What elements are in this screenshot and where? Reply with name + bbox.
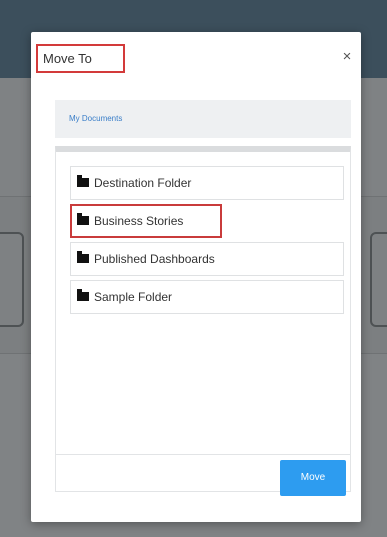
breadcrumb-link-my-documents[interactable]: My Documents: [69, 114, 122, 123]
breadcrumb: My Documents: [55, 100, 351, 138]
folder-label: Published Dashboards: [94, 252, 215, 266]
folder-item-destination-folder[interactable]: Destination Folder: [70, 166, 344, 200]
folder-label: Sample Folder: [94, 290, 173, 304]
folder-icon: [77, 175, 89, 187]
folder-item-business-stories[interactable]: Business Stories: [70, 204, 222, 238]
folder-item-sample-folder[interactable]: Sample Folder: [70, 280, 344, 314]
folder-icon: [77, 213, 89, 225]
background-card: [370, 232, 387, 327]
close-icon[interactable]: ×: [340, 48, 354, 66]
folder-label: Destination Folder: [94, 176, 192, 190]
dialog-title: Move To: [36, 44, 125, 73]
folder-icon: [77, 289, 89, 301]
folder-icon: [77, 251, 89, 263]
move-button[interactable]: Move: [280, 460, 346, 496]
folder-label: Business Stories: [94, 214, 184, 228]
move-to-dialog: Move To × My Documents Destination Folde…: [31, 32, 361, 522]
divider: [56, 454, 350, 455]
folder-item-published-dashboards[interactable]: Published Dashboards: [70, 242, 344, 276]
folder-list: Destination Folder Business Stories Publ…: [55, 146, 351, 492]
background-card: [0, 232, 24, 327]
